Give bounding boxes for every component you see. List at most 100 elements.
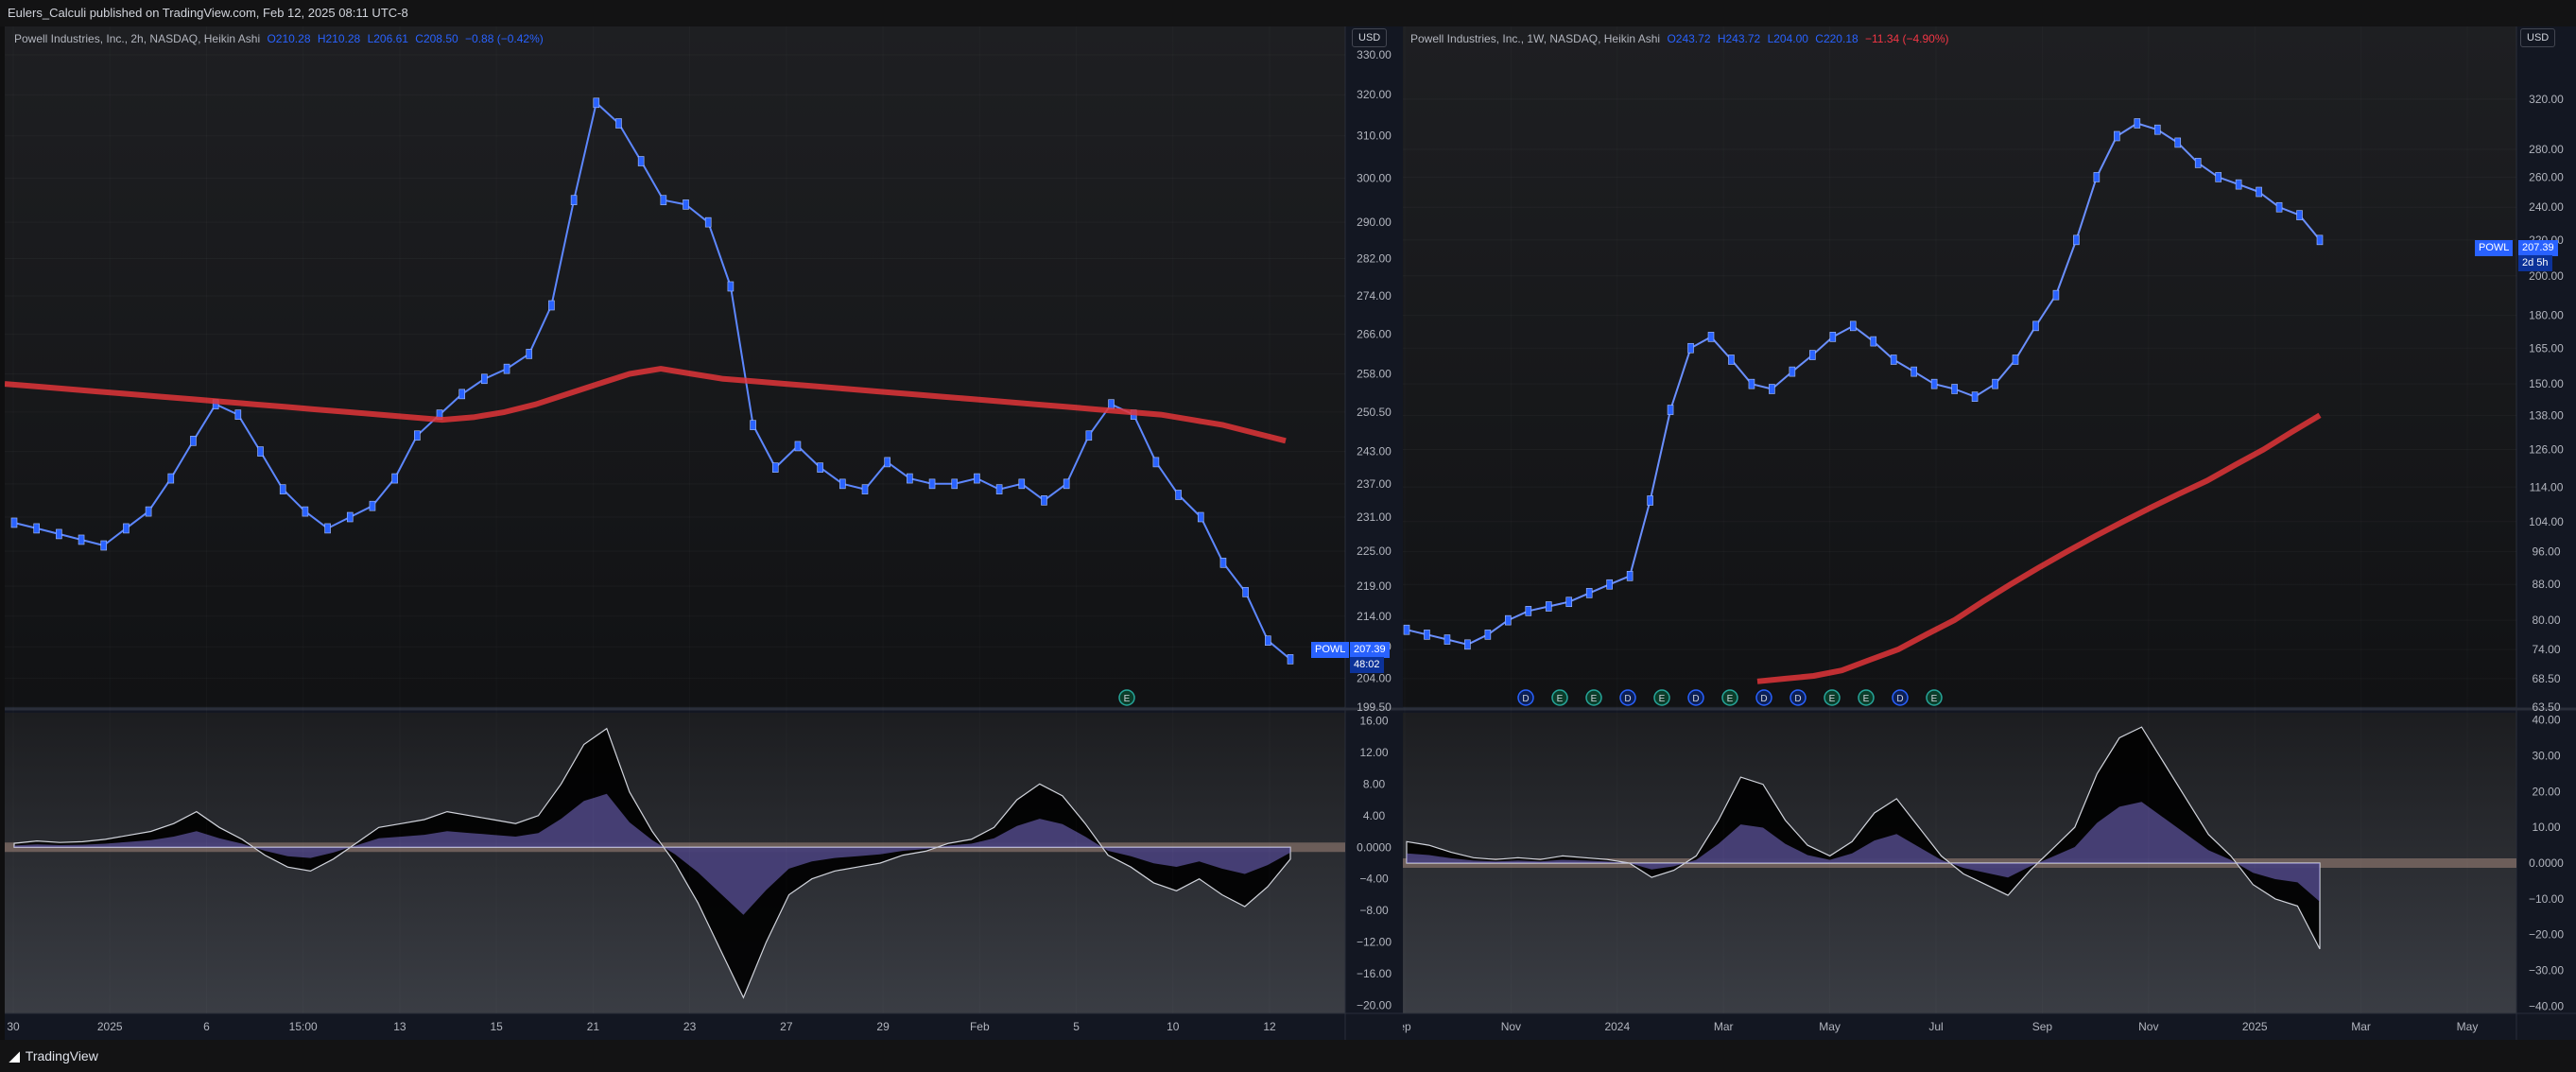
- event-marker-label: E: [1727, 694, 1734, 704]
- right-price-badge: 207.39: [2518, 240, 2558, 256]
- heikin-ashi-candle: [1505, 614, 1512, 626]
- heikin-ashi-candle: [1870, 336, 1877, 347]
- heikin-ashi-candle: [593, 97, 600, 109]
- heikin-ashi-candle: [2032, 320, 2039, 332]
- heikin-ashi-candle: [683, 199, 689, 210]
- heikin-ashi-candle: [704, 216, 712, 228]
- price-tick-label: 180.00: [2529, 309, 2564, 322]
- heikin-ashi-candle: [526, 349, 533, 359]
- heikin-ashi-candle: [1890, 354, 1897, 365]
- heikin-ashi-candle: [1464, 639, 1471, 650]
- time-tick-label: May: [1819, 1020, 1841, 1033]
- time-tick-label: 13: [393, 1020, 406, 1033]
- time-tick-label: 23: [683, 1020, 697, 1033]
- heikin-ashi-candle: [346, 511, 354, 523]
- event-marker-label: E: [1591, 694, 1598, 704]
- event-marker-label: D: [1692, 694, 1699, 704]
- tradingview-logo-icon[interactable]: ◢: [9, 1048, 20, 1063]
- price-tick-label: 74.00: [2532, 643, 2560, 656]
- heikin-ashi-candle: [1626, 571, 1634, 581]
- heikin-ashi-candle: [928, 478, 936, 490]
- heikin-ashi-candle: [1219, 558, 1227, 568]
- heikin-ashi-candle: [2275, 201, 2283, 213]
- heikin-ashi-candle: [2256, 186, 2262, 198]
- left-legend: Powell Industries, Inc., 2h, NASDAQ, Hei…: [14, 32, 544, 45]
- left-high: H210.28: [317, 32, 361, 45]
- heikin-ashi-candle: [637, 156, 645, 166]
- heikin-ashi-candle: [78, 534, 85, 545]
- left-close: C208.50: [415, 32, 458, 45]
- time-tick-label: 29: [876, 1020, 890, 1033]
- heikin-ashi-candle: [907, 473, 913, 484]
- heikin-ashi-candle: [660, 195, 667, 206]
- heikin-ashi-candle: [1606, 579, 1613, 590]
- oscillator-tick-label: 8.00: [1363, 777, 1386, 790]
- right-legend: Powell Industries, Inc., 1W, NASDAQ, Hei…: [1410, 32, 1949, 45]
- heikin-ashi-candle: [2093, 172, 2101, 182]
- heikin-ashi-candle: [324, 523, 331, 534]
- time-tick-label: Jul: [1928, 1020, 1943, 1033]
- time-tick-label: Feb: [970, 1020, 990, 1033]
- right-low: L204.00: [1767, 32, 1808, 45]
- heikin-ashi-candle: [548, 300, 555, 311]
- left-currency-button[interactable]: USD: [1352, 28, 1388, 47]
- heikin-ashi-candle: [570, 195, 578, 206]
- time-tick-label: Mar: [1714, 1020, 1734, 1033]
- oscillator-tick-label: −8.00: [1359, 904, 1389, 917]
- price-tick-label: 258.00: [1357, 367, 1392, 380]
- time-tick-label: 15:00: [289, 1020, 318, 1033]
- right-chart-pane[interactable]: Powell Industries, Inc., 1W, NASDAQ, Hei…: [1403, 26, 2576, 1040]
- heikin-ashi-candle: [1687, 342, 1694, 354]
- heikin-ashi-candle: [2235, 179, 2242, 190]
- event-marker-label: E: [1863, 694, 1870, 704]
- left-chart-pane[interactable]: Powell Industries, Inc., 2h, NASDAQ, Hei…: [5, 26, 1403, 1040]
- price-tick-label: 104.00: [2529, 515, 2564, 528]
- heikin-ashi-candle: [1992, 378, 1998, 389]
- heikin-ashi-candle: [1565, 597, 1573, 608]
- heikin-ashi-candle: [794, 441, 802, 452]
- price-tick-label: 214.00: [1357, 610, 1392, 623]
- price-tick-label: 266.00: [1357, 328, 1392, 341]
- oscillator-tick-label: 0.0000: [2529, 856, 2564, 870]
- right-countdown-badge: 2d 5h: [2518, 255, 2552, 271]
- heikin-ashi-candle: [1444, 634, 1451, 645]
- oscillator-tick-label: −20.00: [2529, 928, 2564, 942]
- heikin-ashi-candle: [2012, 354, 2019, 365]
- price-tick-label: 310.00: [1357, 130, 1392, 143]
- time-tick-label: Nov: [2138, 1020, 2158, 1033]
- price-tick-label: 199.50: [1357, 700, 1392, 714]
- event-marker-label: E: [1829, 694, 1836, 704]
- right-ticker-badge: POWL: [2475, 240, 2514, 256]
- time-tick-label: 10: [1167, 1020, 1180, 1033]
- footer-brand[interactable]: TradingView: [26, 1048, 98, 1063]
- heikin-ashi-candle: [1063, 478, 1070, 490]
- right-currency-button[interactable]: USD: [2520, 28, 2556, 47]
- oscillator-tick-label: −16.00: [1357, 967, 1392, 980]
- heikin-ashi-candle: [1152, 457, 1160, 468]
- heikin-ashi-candle: [414, 430, 421, 441]
- heikin-ashi-candle: [1728, 354, 1735, 365]
- heikin-ashi-candle: [481, 373, 488, 385]
- right-change: −11.34 (−4.90%): [1865, 32, 1949, 45]
- heikin-ashi-candle: [2052, 289, 2060, 301]
- heikin-ashi-candle: [1748, 378, 1755, 389]
- heikin-ashi-candle: [2114, 130, 2120, 142]
- price-tick-label: 300.00: [1357, 172, 1392, 185]
- heikin-ashi-candle: [1647, 495, 1653, 506]
- price-tick-label: 330.00: [1357, 48, 1392, 61]
- price-tick-label: 80.00: [2532, 614, 2560, 627]
- price-tick-label: 282.00: [1357, 252, 1392, 266]
- oscillator-tick-label: 0.0000: [1357, 840, 1392, 854]
- heikin-ashi-candle: [995, 484, 1003, 494]
- time-tick-label: Mar: [2351, 1020, 2371, 1033]
- heikin-ashi-candle: [2316, 234, 2324, 246]
- heikin-ashi-candle: [145, 506, 152, 517]
- event-marker-label: D: [1896, 694, 1903, 704]
- heikin-ashi-candle: [458, 389, 465, 400]
- price-tick-label: 243.00: [1357, 445, 1392, 458]
- price-tick-label: 290.00: [1357, 216, 1392, 229]
- heikin-ashi-candle: [839, 478, 846, 490]
- heikin-ashi-candle: [1769, 384, 1775, 394]
- time-tick-label: 27: [780, 1020, 793, 1033]
- right-chart-svg: 320.00280.00260.00240.00220.00200.00180.…: [1403, 26, 2576, 1040]
